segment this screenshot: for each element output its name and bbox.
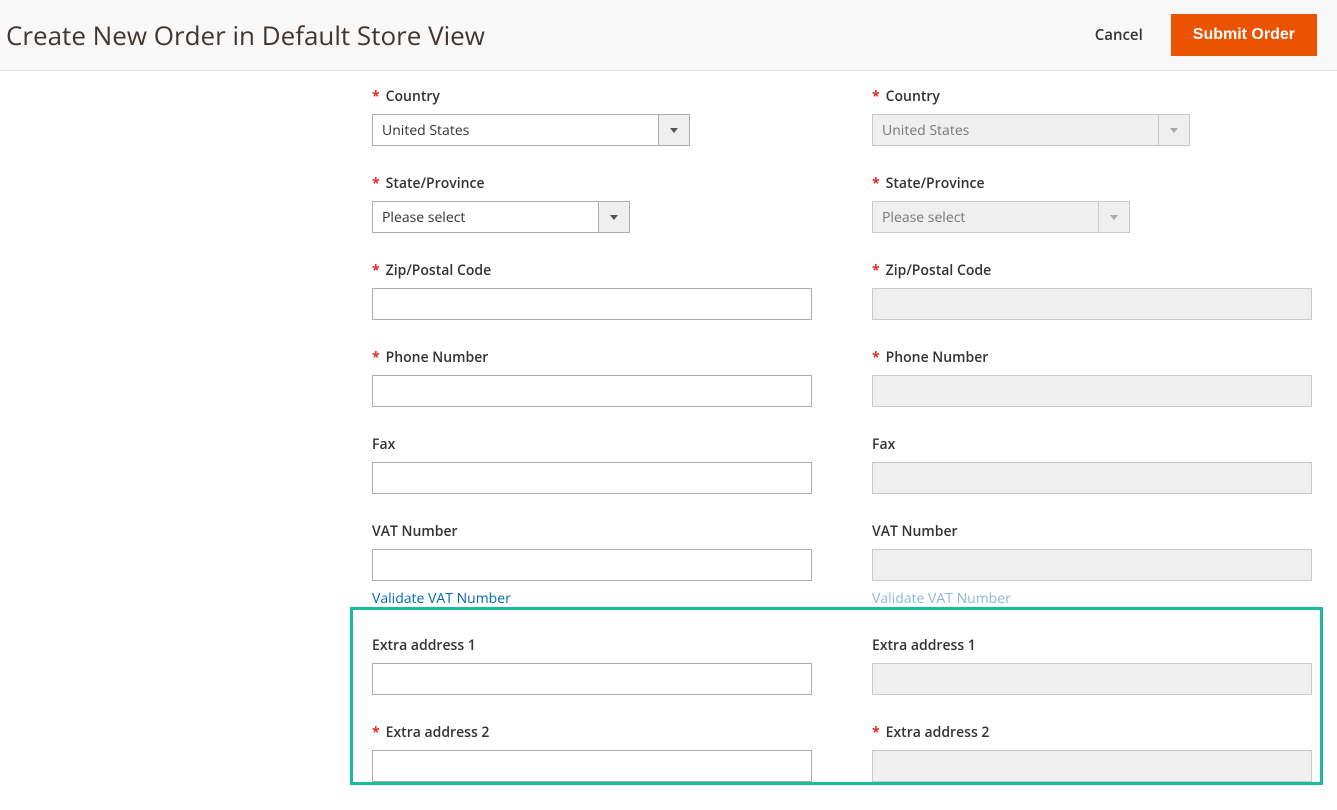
billing-country-select[interactable]: United States [372,114,690,146]
billing-vat-field: VAT Number Validate VAT Number [372,522,812,608]
billing-zip-label: Zip/Postal Code [372,261,812,280]
chevron-down-icon [1158,114,1190,146]
page-header: Create New Order in Default Store View C… [0,0,1337,71]
shipping-country-select: United States [872,114,1190,146]
shipping-vat-input [872,549,1312,581]
submit-order-button[interactable]: Submit Order [1171,14,1317,56]
billing-validate-vat-link[interactable]: Validate VAT Number [372,589,511,608]
billing-vat-label: VAT Number [372,522,812,541]
shipping-state-field: State/Province Please select [872,174,1312,233]
shipping-state-select: Please select [872,201,1130,233]
billing-extra2-label: Extra address 2 [372,723,812,742]
billing-extra1-input[interactable] [372,663,812,695]
billing-extra1-label: Extra address 1 [372,636,812,655]
cancel-button[interactable]: Cancel [1095,25,1143,45]
billing-phone-input[interactable] [372,375,812,407]
billing-country-field: Country United States [372,87,812,146]
shipping-phone-label: Phone Number [872,348,1312,367]
billing-extra1-field: Extra address 1 [372,636,812,695]
shipping-phone-field: Phone Number [872,348,1312,407]
billing-country-label: Country [372,87,812,106]
billing-state-field: State/Province Please select [372,174,812,233]
shipping-phone-input [872,375,1312,407]
billing-phone-field: Phone Number [372,348,812,407]
chevron-down-icon [598,201,630,233]
shipping-zip-field: Zip/Postal Code [872,261,1312,320]
billing-fax-label: Fax [372,435,812,454]
billing-state-select[interactable]: Please select [372,201,630,233]
shipping-fax-label: Fax [872,435,1312,454]
billing-zip-input[interactable] [372,288,812,320]
chevron-down-icon [658,114,690,146]
shipping-extra1-input [872,663,1312,695]
shipping-address-column: Country United States State/Province Ple… [872,87,1312,810]
shipping-vat-field: VAT Number Validate VAT Number [872,522,1312,608]
shipping-country-label: Country [872,87,1312,106]
shipping-extra1-field: Extra address 1 [872,636,1312,695]
shipping-vat-label: VAT Number [872,522,1312,541]
billing-zip-field: Zip/Postal Code [372,261,812,320]
billing-fax-field: Fax [372,435,812,494]
shipping-fax-field: Fax [872,435,1312,494]
shipping-zip-label: Zip/Postal Code [872,261,1312,280]
billing-state-value: Please select [372,201,598,233]
shipping-country-value: United States [872,114,1158,146]
billing-state-label: State/Province [372,174,812,193]
header-actions: Cancel Submit Order [1095,14,1317,56]
shipping-country-field: Country United States [872,87,1312,146]
shipping-extra1-label: Extra address 1 [872,636,1312,655]
shipping-state-label: State/Province [872,174,1312,193]
billing-phone-label: Phone Number [372,348,812,367]
shipping-extra2-label: Extra address 2 [872,723,1312,742]
form-content: Country United States State/Province Ple… [0,71,1337,810]
billing-extra2-input[interactable] [372,750,812,782]
shipping-extra2-input [872,750,1312,782]
chevron-down-icon [1098,201,1130,233]
shipping-state-value: Please select [872,201,1098,233]
shipping-zip-input [872,288,1312,320]
shipping-validate-vat-link: Validate VAT Number [872,589,1011,608]
page-title: Create New Order in Default Store View [6,17,485,53]
billing-country-value: United States [372,114,658,146]
billing-vat-input[interactable] [372,549,812,581]
billing-fax-input[interactable] [372,462,812,494]
shipping-extra2-field: Extra address 2 [872,723,1312,782]
shipping-fax-input [872,462,1312,494]
billing-extra2-field: Extra address 2 [372,723,812,782]
billing-address-column: Country United States State/Province Ple… [372,87,812,810]
